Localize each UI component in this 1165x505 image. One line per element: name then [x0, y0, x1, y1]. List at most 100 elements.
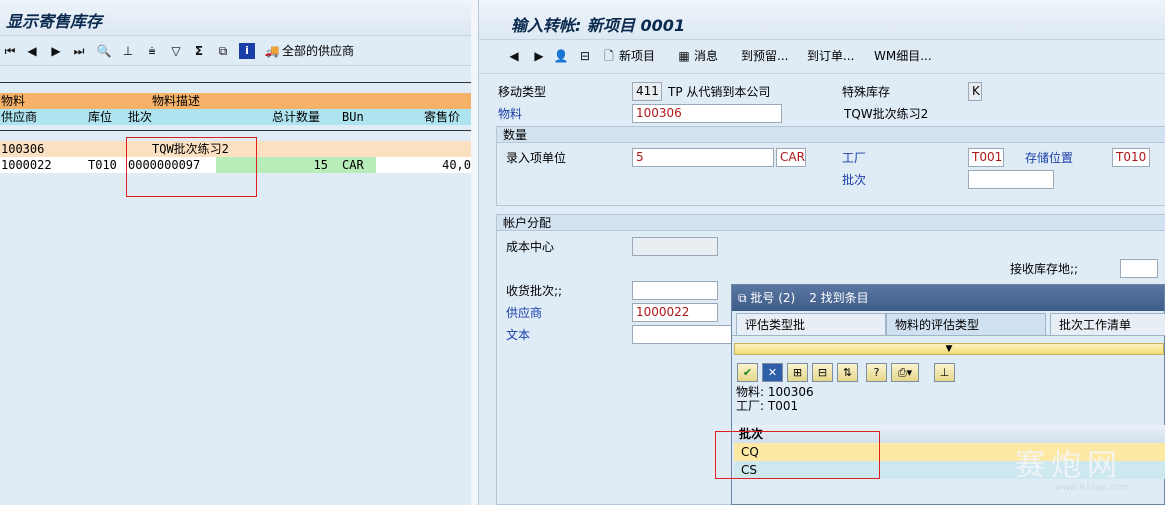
message-button[interactable]: 消息	[694, 44, 718, 68]
settings-icon[interactable]: ⊥	[934, 363, 955, 382]
watermark-text: 赛炮网	[1015, 448, 1123, 483]
material-label: 物料	[498, 107, 523, 121]
col-bun: BUn	[342, 110, 364, 124]
tab-material-valuation-type[interactable]: 物料的评估类型	[886, 313, 1046, 335]
col-batch: 批次	[128, 110, 153, 124]
batch-label: 批次	[842, 173, 867, 187]
prev-page-icon[interactable]: ◀	[24, 43, 40, 59]
text-label: 文本	[506, 328, 531, 342]
movement-type-desc: TP 从代销到本公司	[668, 85, 771, 99]
sort-icon[interactable]: ▽	[168, 43, 184, 59]
check-icon[interactable]: ✔	[737, 363, 758, 382]
vendor-field[interactable]: 1000022	[632, 303, 718, 322]
to-order-button[interactable]: 到订单...	[807, 44, 854, 68]
special-stock-field: K	[968, 82, 982, 101]
special-stock-label: 特殊库存	[842, 85, 891, 99]
popup-plant-info: 工厂: T001	[736, 399, 799, 413]
unit-field[interactable]: CAR	[776, 148, 806, 167]
receiving-sloc-field[interactable]	[1120, 259, 1158, 278]
page-title: 显示寄售库存	[6, 12, 103, 31]
right-title-bar: 输入转帐: 新项目 0001	[479, 0, 1165, 40]
tab-valuation-type-batch[interactable]: 评估类型批	[736, 313, 886, 335]
storage-location-field[interactable]: T010	[1112, 148, 1150, 167]
first-page-icon[interactable]: ⏮	[2, 43, 18, 59]
receiving-batch-field[interactable]	[632, 281, 718, 300]
truck-icon[interactable]: 🚚	[264, 43, 280, 59]
watermark-url: www.91sap.com	[1055, 483, 1129, 493]
tab-label: 评估类型批	[745, 318, 806, 332]
print-icon[interactable]: ⊥	[120, 43, 136, 59]
tab-rule	[732, 335, 1165, 336]
left-title-bar: 显示寄售库存	[0, 0, 471, 36]
quantity-group-title: 数量	[497, 127, 1165, 143]
find-next-icon[interactable]: ⊟	[812, 363, 833, 382]
batch-field[interactable]	[968, 170, 1054, 189]
person-icon[interactable]: 👤	[553, 48, 569, 64]
plant-field[interactable]: T001	[968, 148, 1004, 167]
quantity-field[interactable]: 5	[632, 148, 774, 167]
cell-bun: CAR	[342, 158, 364, 172]
popup-title-bar: ⧉ 批号 (2) 2 找到条目	[732, 285, 1164, 311]
expand-criteria-bar[interactable]: ▼	[734, 343, 1164, 355]
toolbar-rule	[479, 73, 1165, 74]
cell-consign-price: 40,0	[376, 157, 471, 173]
all-vendors-button[interactable]: 全部的供应商	[282, 43, 354, 59]
cell-vendor: 1000022	[1, 158, 52, 172]
print-icon[interactable]: ⎙▾	[891, 363, 919, 382]
col-material: 物料	[1, 94, 26, 108]
watermark-logo: 赛炮网 www.91sap.com	[1015, 449, 1165, 505]
tab-batch-worklist[interactable]: 批次工作清单	[1050, 313, 1165, 335]
receiving-batch-label: 收货批次;;	[506, 284, 563, 298]
last-page-icon[interactable]: ⏭	[71, 43, 87, 59]
receiving-sloc-label: 接收库存地;;	[1010, 262, 1079, 276]
header-row-material: 物料 物料描述	[0, 93, 471, 109]
new-item-button[interactable]: 新项目	[619, 44, 655, 68]
cancel-icon[interactable]: ✕	[762, 363, 783, 382]
material-desc: TQW批次练习2	[844, 107, 929, 121]
list-top-rule	[0, 82, 471, 83]
storage-location-label: 存储位置	[1025, 151, 1074, 165]
left-toolbar: ⏮ ◀ ▶ ⏭ 🔍 ⊥ ⩧ ▽ Σ ⧉ i 🚚 全部的供应商	[0, 36, 471, 66]
col-vendor: 供应商	[1, 110, 38, 124]
subtotal-icon[interactable]: ⧉	[215, 43, 231, 59]
delete-icon[interactable]: ⊟	[577, 48, 593, 64]
entry-unit-label: 录入项单位	[506, 151, 567, 165]
find-icon[interactable]: 🔍	[96, 43, 112, 59]
header-row-vendor: 供应商 库位 批次 总计数量 BUn 寄售价	[0, 109, 471, 125]
window-gap	[471, 0, 478, 505]
popup-title: 批号 (2)	[750, 291, 796, 305]
col-total-qty: 总计数量	[272, 110, 321, 124]
find-icon[interactable]: ⊞	[787, 363, 808, 382]
prev-item-icon[interactable]: ◀	[506, 48, 522, 64]
consignment-stock-window: 显示寄售库存 ⏮ ◀ ▶ ⏭ 🔍 ⊥ ⩧ ▽ Σ ⧉ i 🚚 全部的供应商 物料…	[0, 0, 471, 505]
account-group-title: 帐户分配	[497, 215, 1165, 231]
sum-icon[interactable]: Σ	[191, 43, 207, 59]
info-icon[interactable]: i	[239, 43, 255, 59]
next-item-icon[interactable]: ▶	[531, 48, 547, 64]
movement-type-field: 411	[632, 82, 662, 101]
tab-label: 物料的评估类型	[895, 318, 980, 332]
material-field[interactable]: 100306	[632, 104, 782, 123]
filter-icon[interactable]: ⩧	[144, 43, 160, 59]
help-icon[interactable]: ?	[866, 363, 887, 382]
cost-center-label: 成本中心	[506, 240, 555, 254]
tab-label: 批次工作清单	[1059, 318, 1132, 332]
movement-type-label: 移动类型	[498, 85, 547, 99]
next-page-icon[interactable]: ▶	[48, 43, 64, 59]
col-material-desc: 物料描述	[152, 94, 201, 108]
cost-center-field	[632, 237, 718, 256]
sort-icon[interactable]: ⇅	[837, 363, 858, 382]
popup-window-icon: ⧉	[738, 291, 751, 305]
message-icon: ▦	[678, 49, 690, 63]
wm-detail-button[interactable]: WM细目...	[874, 44, 932, 68]
highlight-box-batch	[126, 137, 257, 197]
to-reservation-button[interactable]: 到预留...	[741, 44, 788, 68]
header-rule	[0, 130, 471, 131]
vendor-label: 供应商	[506, 306, 543, 320]
highlight-box-batches	[715, 431, 880, 479]
col-consign-price: 寄售价	[424, 110, 461, 124]
page-title: 输入转帐: 新项目 0001	[511, 16, 686, 35]
text-field[interactable]	[632, 325, 742, 344]
popup-material-info: 物料: 100306	[736, 385, 814, 399]
new-item-icon: 🗋	[604, 49, 614, 63]
